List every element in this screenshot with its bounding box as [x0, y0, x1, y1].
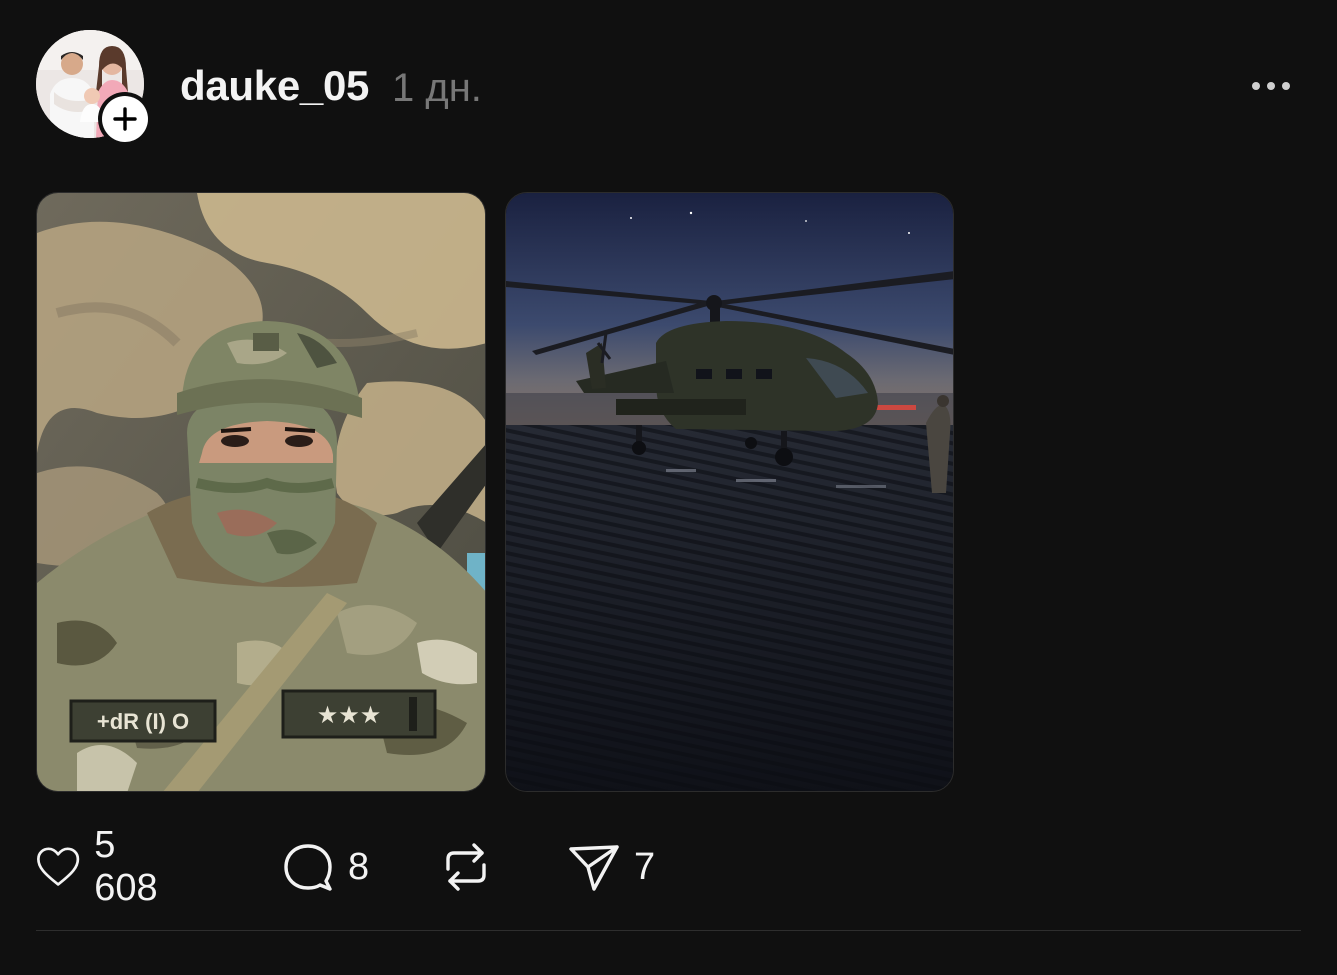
repost-icon: [446, 843, 486, 891]
avatar-container: [36, 30, 152, 146]
share-count: 7: [634, 845, 656, 888]
post-image-1[interactable]: +dR (I) O ★★★: [36, 192, 486, 792]
post-time: 1 дн.: [392, 66, 482, 110]
svg-text:★★★: ★★★: [317, 701, 382, 729]
post-image-2[interactable]: [505, 192, 954, 792]
more-options-button[interactable]: [1246, 70, 1296, 102]
send-icon: [569, 845, 619, 891]
post-divider: [36, 930, 1301, 931]
helicopter-photo: [506, 193, 953, 791]
share-button[interactable]: 7: [568, 838, 655, 896]
post: dauke_05 1 дн. +dR (I) O ★★★ 5 608 8 7: [0, 0, 1337, 975]
comment-icon: [284, 844, 332, 891]
follow-button[interactable]: [98, 92, 152, 146]
username-link[interactable]: dauke_05: [180, 62, 369, 110]
like-count: 5 608: [94, 824, 158, 909]
repost-button[interactable]: [440, 838, 506, 896]
soldier-selfie-photo: +dR (I) O ★★★: [37, 193, 485, 791]
heart-icon: [37, 847, 80, 886]
comment-count: 8: [348, 845, 370, 888]
comment-button[interactable]: 8: [282, 838, 369, 896]
plus-icon: [113, 107, 137, 131]
like-button[interactable]: 5 608: [36, 824, 169, 909]
more-icon: [1252, 82, 1290, 90]
svg-text:+dR (I) O: +dR (I) O: [97, 709, 189, 734]
follow-button-circle: [102, 96, 148, 142]
